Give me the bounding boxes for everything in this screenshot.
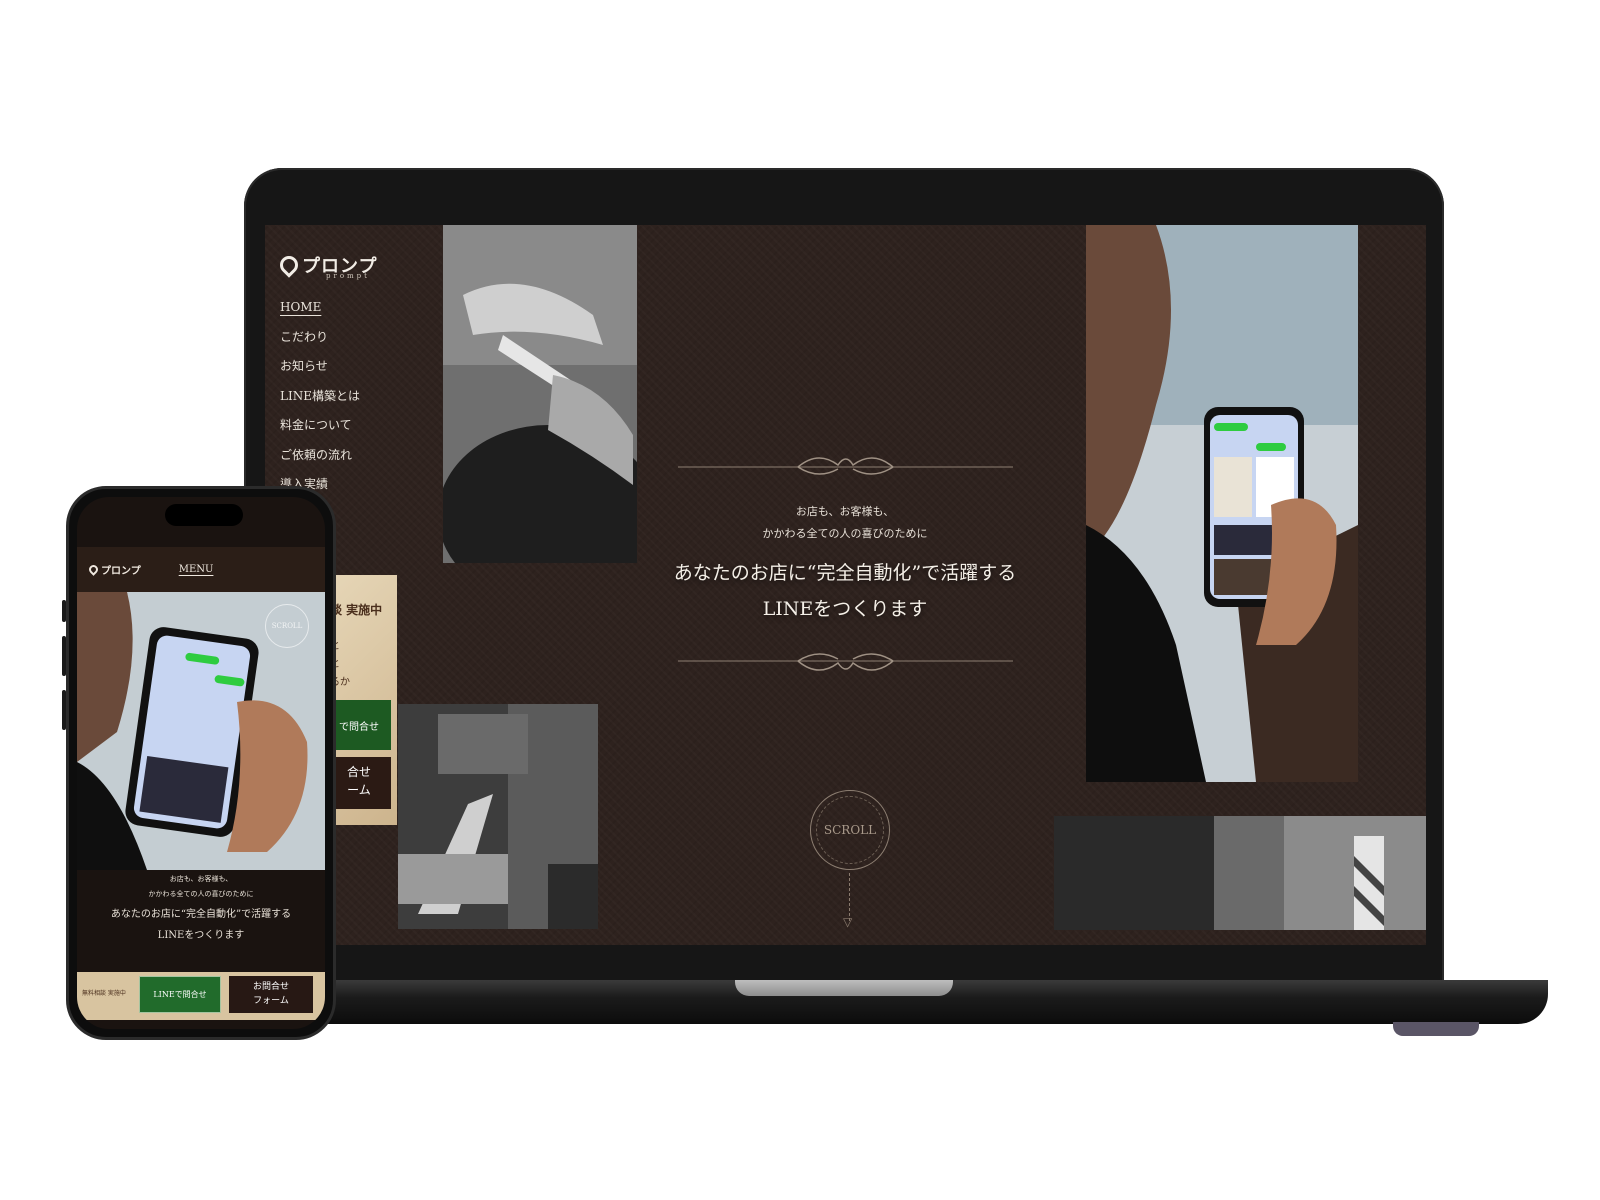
phone-consult-label: 無料相談 実施中 xyxy=(82,990,126,997)
laptop-foot xyxy=(1393,1022,1479,1036)
nav-item-kodawari[interactable]: こだわり xyxy=(280,327,360,357)
phone-dynamic-island xyxy=(165,504,243,526)
form-button-line2: ーム xyxy=(347,783,371,797)
phone-side-button xyxy=(62,600,66,622)
phone-form-button[interactable]: お問合せ フォーム xyxy=(229,976,313,1013)
photo-haircut xyxy=(443,225,637,563)
phone-volume-down xyxy=(62,690,66,730)
phone-form-line2: フォーム xyxy=(253,996,289,1006)
phone-screen: プロンプ MENU SCROLL お店も、お客様も、 かかわる全ての人の喜びのた… xyxy=(77,497,325,1029)
phone-title-2: LINEをつくります xyxy=(157,930,245,941)
site-logo[interactable]: プロンプ prompt xyxy=(276,252,377,280)
phone-logo-text: プロンプ xyxy=(101,566,141,577)
phone-header: プロンプ MENU xyxy=(77,547,325,592)
hero-title-1: あなたのお店に“完全自動化”で活躍する xyxy=(673,562,1017,584)
scroll-line xyxy=(849,873,850,921)
phone-cta-bar: 無料相談 実施中 LINEで問合せ お問合せ フォーム xyxy=(77,972,325,1020)
phone-logo[interactable]: プロンプ xyxy=(87,562,141,577)
photo-barber-pole xyxy=(1054,816,1426,930)
photo-laptop-user xyxy=(398,704,598,929)
logo-subtext: prompt xyxy=(326,272,370,280)
promo-consult-label: 談 実施中 xyxy=(330,603,383,617)
scroll-label: SCROLL xyxy=(823,823,877,837)
scroll-arrow-icon: ▽ xyxy=(843,915,853,929)
laptop-notch xyxy=(735,980,953,996)
phone-scroll-label: SCROLL xyxy=(271,622,303,630)
phone-form-line1: お問合せ xyxy=(252,982,289,992)
nav-item-home[interactable]: HOME xyxy=(280,297,360,327)
hero-subtitle-1: お店も、お客様も、 xyxy=(795,505,895,518)
phone-volume-up xyxy=(62,636,66,676)
phone-title-1: あなたのお店に“完全自動化”で活躍する xyxy=(110,909,292,920)
nav-item-pricing[interactable]: 料金について xyxy=(280,415,360,445)
phone-subtitle-1: お店も、お客様も、 xyxy=(169,875,233,883)
laptop-screen: プロンプ prompt HOME こだわり お知らせ LINE構築とは 料金につ… xyxy=(265,225,1426,945)
photo-phone-in-hand xyxy=(1086,225,1358,782)
phone-hero-text: お店も、お客様も、 かかわる全ての人の喜びのために あなたのお店に“完全自動化”… xyxy=(77,872,325,944)
phone-scroll-indicator[interactable]: SCROLL xyxy=(265,604,309,648)
hero-title-2: LINEをつくります xyxy=(762,598,928,620)
phone-menu-button[interactable]: MENU xyxy=(179,564,214,575)
ornament-bottom-icon xyxy=(678,653,1013,671)
form-button-line1: 合せ xyxy=(346,765,371,779)
phone-logo-mark-icon xyxy=(87,563,100,576)
line-contact-button[interactable]: で問合せ xyxy=(327,700,391,750)
logo-mark-icon xyxy=(276,252,302,278)
ornament-top-icon xyxy=(678,457,1013,475)
phone-line-button[interactable]: LINEで問合せ xyxy=(139,976,221,1013)
hero-subtitle-2: かかわる全ての人の喜びのために xyxy=(762,527,928,540)
phone-subtitle-2: かかわる全ての人の喜びのために xyxy=(148,890,254,898)
nav-item-line[interactable]: LINE構築とは xyxy=(280,386,360,416)
nav-item-news[interactable]: お知らせ xyxy=(280,356,360,386)
phone-hero-photo: SCROLL xyxy=(77,592,325,870)
form-contact-button[interactable]: 合せ ーム xyxy=(327,757,391,809)
scroll-indicator[interactable]: SCROLL xyxy=(810,790,890,870)
nav-item-flow[interactable]: ご依頼の流れ xyxy=(280,445,360,475)
